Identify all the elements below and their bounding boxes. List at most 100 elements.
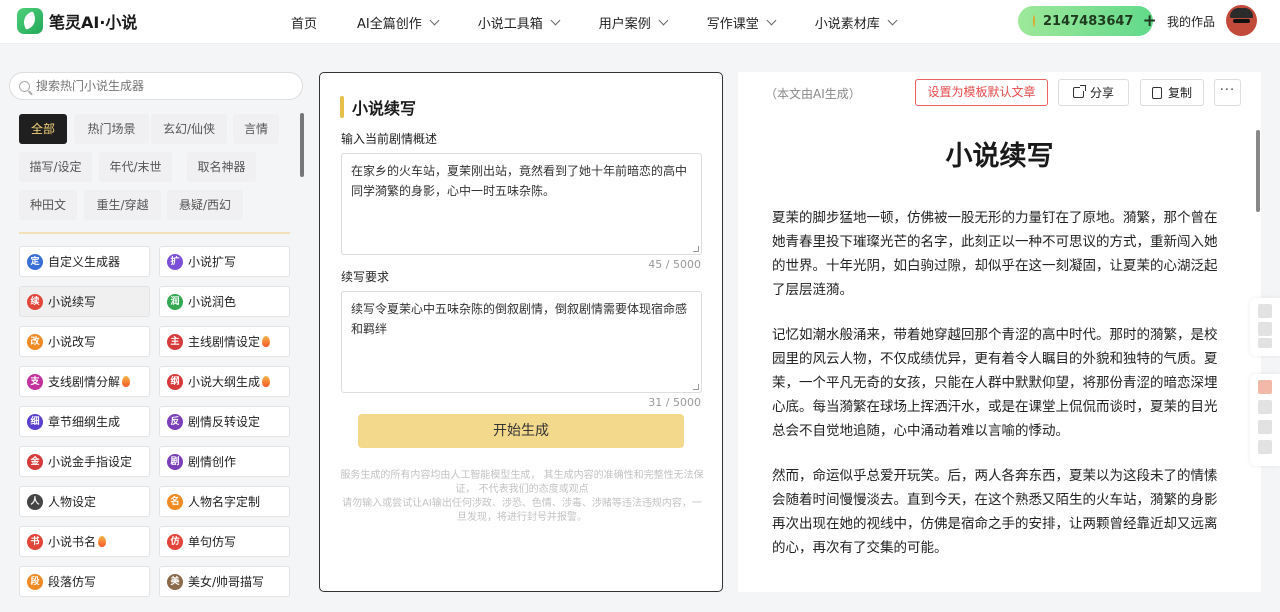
category-tab[interactable]: 年代/末世 (99, 152, 172, 182)
tool-item[interactable]: 反剧情反转设定 (159, 406, 290, 437)
copy-button[interactable]: 复制 (1140, 79, 1204, 106)
nav-item[interactable]: 小说工具箱 (477, 13, 561, 32)
tool-badge-icon: 支 (27, 373, 43, 390)
category-tab[interactable]: 描写/设定 (19, 152, 92, 182)
nav-label: 小说素材库 (814, 16, 880, 32)
brand-logo[interactable]: 笔灵AI·小说 (17, 8, 137, 34)
tool-label: 单句仿写 (188, 535, 237, 549)
tool-badge-icon: 人 (27, 493, 43, 510)
tool-badge-icon: 段 (27, 573, 43, 590)
tool-item[interactable]: 金小说金手指设定 (19, 446, 150, 477)
category-tab[interactable]: 悬疑/西幻 (167, 190, 243, 220)
tool-label: 人物名字定制 (188, 495, 261, 509)
tool-item[interactable]: 剧剧情创作 (159, 446, 290, 477)
floating-service-widget[interactable] (1250, 298, 1280, 356)
set-default-article-button[interactable]: 设置为模板默认文章 (915, 79, 1048, 106)
nav-item[interactable]: 写作课堂 (707, 13, 777, 32)
sidebar-scrollbar[interactable] (300, 113, 304, 177)
category-tab[interactable]: 全部 (19, 114, 67, 144)
tool-label: 人物设定 (48, 495, 97, 509)
nav-item[interactable]: 首页 (291, 13, 317, 32)
disclaimer: 服务生成的所有内容均由人工智能模型生成， 其生成内容的准确性和完整性无法保证， … (338, 469, 706, 525)
tool-item[interactable]: 定自定义生成器 (19, 246, 150, 277)
search-input[interactable] (36, 79, 286, 93)
article-paragraph: 记忆如潮水般涌来，带着她穿越回那个青涩的高中时代。那时的漪繁，是校园里的风云人物… (772, 327, 1218, 439)
chevron-down-icon (658, 15, 669, 25)
tool-item[interactable]: 人人物设定 (19, 486, 150, 517)
category-tab[interactable]: 玄幻/仙侠 (151, 114, 227, 144)
my-works-link[interactable]: 我的作品 (1167, 13, 1215, 30)
tool-item[interactable]: 细章节细纲生成 (19, 406, 150, 437)
tool-badge-icon: 改 (27, 333, 43, 350)
share-icon (1072, 85, 1086, 98)
tool-label: 主线剧情设定 (188, 335, 261, 349)
tool-item[interactable]: 仿单句仿写 (159, 526, 290, 557)
tool-label: 小说改写 (48, 335, 97, 349)
plus-icon: + (1142, 10, 1157, 31)
chevron-down-icon (429, 15, 440, 25)
category-tab[interactable]: 取名神器 (187, 152, 256, 182)
tool-item[interactable]: 支支线剧情分解 (19, 366, 150, 397)
resize-handle-icon[interactable] (693, 246, 699, 252)
category-tab[interactable]: 热门场景 (74, 114, 149, 144)
tool-item[interactable]: 纲小说大纲生成 (159, 366, 290, 397)
output-panel: （本文由AI生成） 设置为模板默认文章 分享 复制 ··· 小说续写 夏茉的脚步… (738, 72, 1261, 592)
tool-item[interactable]: 润小说润色 (159, 286, 290, 317)
coin-balance-button[interactable]: 2147483647 + (1018, 6, 1157, 36)
plot-counter: 45 / 5000 (648, 258, 701, 271)
tool-item[interactable]: 改小说改写 (19, 326, 150, 357)
editor-panel: 小说续写 输入当前剧情概述 在家乡的火车站，夏茉刚出站，竟然看到了她十年前暗恋的… (319, 72, 723, 592)
share-button[interactable]: 分享 (1058, 79, 1129, 106)
tool-label: 小说扩写 (188, 255, 237, 269)
nav-item[interactable]: 小说素材库 (814, 13, 898, 32)
tool-badge-icon: 金 (27, 453, 43, 470)
requirement-text: 续写令夏茉心中五味杂陈的倒叙剧情，倒叙剧情需要体现宿命感和羁绊 (351, 302, 688, 336)
tool-badge-icon: 续 (27, 293, 43, 310)
tool-item[interactable]: 段段落仿写 (19, 566, 150, 597)
category-tab[interactable]: 言情 (233, 114, 279, 144)
tool-item[interactable]: 主主线剧情设定 (159, 326, 290, 357)
category-tab[interactable]: 种田文 (19, 190, 77, 220)
output-scrollbar[interactable] (1256, 130, 1260, 212)
share-label: 分享 (1089, 86, 1114, 100)
category-tab[interactable]: 重生/穿越 (84, 190, 161, 220)
editor-title-text: 小说续写 (352, 99, 417, 118)
tool-item[interactable]: 续小说续写 (19, 286, 150, 317)
tool-item[interactable]: 美美女/帅哥描写 (159, 566, 290, 597)
tool-item[interactable]: 扩小说扩写 (159, 246, 290, 277)
tool-badge-icon: 润 (167, 293, 183, 310)
feedback-icon (1258, 420, 1272, 434)
tool-item[interactable]: 名人物名字定制 (159, 486, 290, 517)
tool-label: 段落仿写 (48, 575, 97, 589)
tool-badge-icon: 主 (167, 333, 183, 350)
plot-text: 在家乡的火车站，夏茉刚出站，竟然看到了她十年前暗恋的高中同学漪繁的身影，心中一时… (351, 164, 688, 198)
fire-icon (262, 336, 271, 347)
tool-label: 小说大纲生成 (188, 375, 261, 389)
more-options-button[interactable]: ··· (1214, 79, 1241, 106)
tool-search-box[interactable] (9, 72, 303, 100)
requirement-textarea[interactable]: 续写令夏茉心中五味杂陈的倒叙剧情，倒叙剧情需要体现宿命感和羁绊 (341, 291, 702, 393)
tool-badge-icon: 纲 (167, 373, 183, 390)
fire-icon (262, 376, 271, 387)
tool-label: 小说金手指设定 (48, 455, 133, 469)
top-header: 笔灵AI·小说 首页 AI全篇创作 小说工具箱 用户案例 写作课堂 小说素材库 21474… (0, 0, 1280, 44)
nav-label: 用户案例 (598, 16, 651, 32)
tool-badge-icon: 剧 (167, 453, 183, 470)
fire-icon (122, 376, 131, 387)
nav-label: 小说工具箱 (477, 16, 543, 32)
article-paragraph: 夏茉的脚步猛地一顿，仿佛被一股无形的力量钉在了原地。漪繁，那个曾在她青春里投下璀… (772, 210, 1218, 298)
category-divider (19, 232, 290, 234)
leaf-logo-icon (17, 8, 43, 34)
tool-badge-icon: 书 (27, 533, 43, 550)
generate-button[interactable]: 开始生成 (358, 414, 684, 448)
nav-item[interactable]: 用户案例 (598, 13, 669, 32)
tool-badge-icon: 反 (167, 413, 183, 430)
brand-name: 笔灵AI·小说 (49, 13, 138, 32)
nav-item[interactable]: AI全篇创作 (357, 13, 440, 32)
avatar[interactable] (1226, 5, 1257, 36)
plot-textarea[interactable]: 在家乡的火车站，夏茉刚出站，竟然看到了她十年前暗恋的高中同学漪繁的身影，心中一时… (341, 153, 702, 255)
article-title: 小说续写 (945, 141, 1054, 172)
resize-handle-icon[interactable] (693, 384, 699, 390)
floating-feedback-widget[interactable] (1250, 374, 1280, 466)
tool-item[interactable]: 书小说书名 (19, 526, 150, 557)
